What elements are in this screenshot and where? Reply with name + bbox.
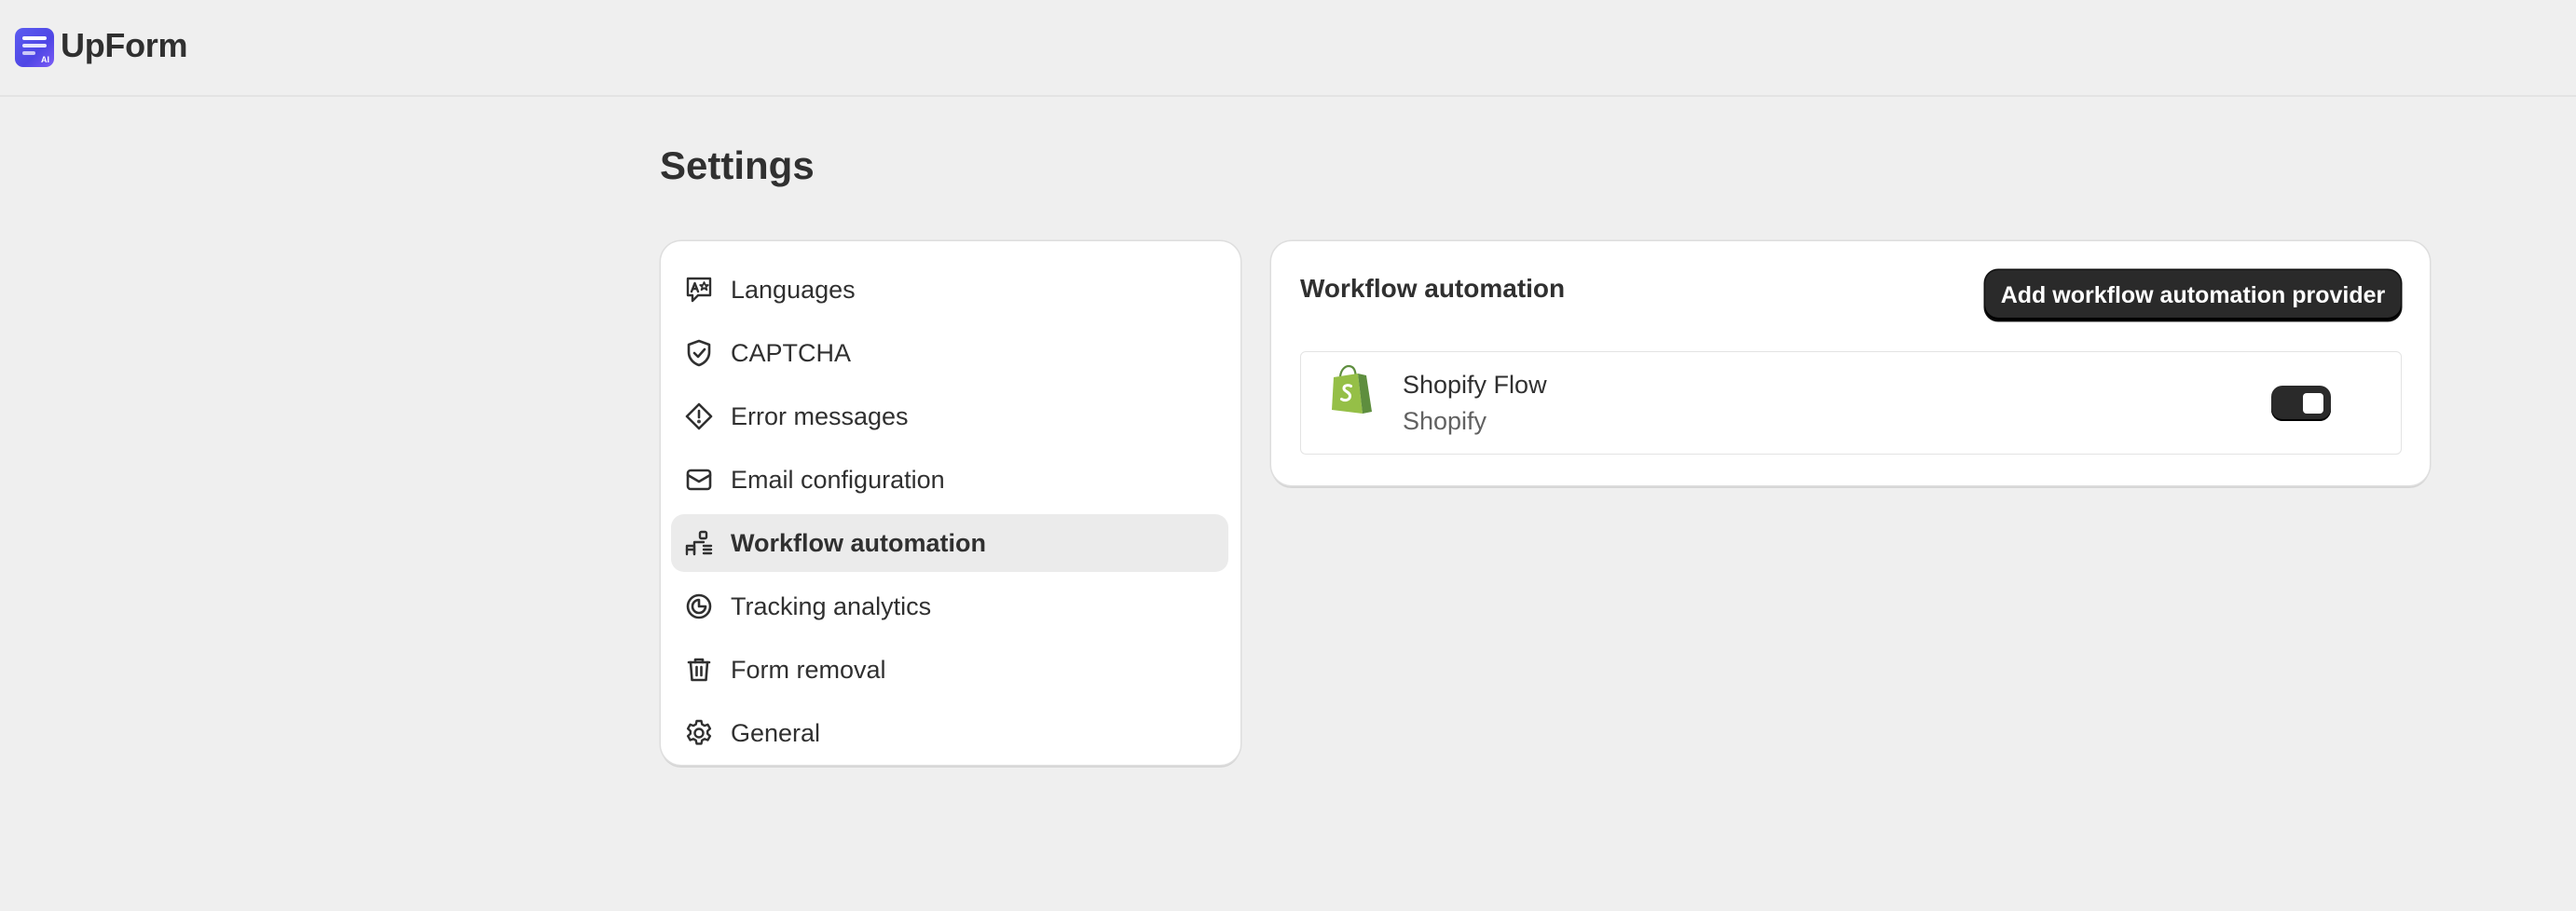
shopify-bag-icon [1329, 365, 1376, 415]
menu-item-label: Workflow automation [731, 529, 986, 557]
page-title: Settings [660, 143, 815, 187]
provider-row: Shopify Flow Shopify [1300, 351, 2402, 455]
menu-item-label: General [731, 719, 821, 747]
toggle-knob [2303, 393, 2323, 414]
gear-icon [684, 718, 714, 748]
menu-item-label: Languages [731, 276, 856, 304]
menu-item-label: Form removal [731, 656, 886, 684]
workflow-icon [684, 528, 714, 558]
analytics-icon [684, 591, 714, 621]
menu-item-label: Tracking analytics [731, 592, 932, 620]
top-bar: AI UpForm [0, 0, 2576, 97]
menu-item-label: CAPTCHA [731, 339, 852, 367]
menu-item-form-removal[interactable]: Form removal [671, 641, 1228, 699]
menu-item-error-messages[interactable]: Error messages [671, 388, 1228, 445]
provider-enabled-toggle[interactable] [2271, 386, 2331, 421]
provider-name: Shopify Flow [1403, 371, 1547, 399]
settings-menu: Languages CAPTCHA Error messages Email c… [661, 241, 1240, 765]
upform-logo-icon[interactable]: AI [15, 28, 54, 67]
app-name: UpForm [61, 26, 188, 64]
menu-item-label: Email configuration [731, 466, 945, 494]
trash-icon [684, 655, 714, 685]
provider-vendor: Shopify [1403, 407, 1487, 435]
shield-check-icon [684, 338, 714, 368]
workflow-automation-card: Workflow automation Add workflow automat… [1271, 241, 2430, 485]
menu-item-general[interactable]: General [671, 704, 1228, 762]
language-icon [684, 275, 714, 305]
email-icon [684, 465, 714, 495]
menu-item-workflow-automation[interactable]: Workflow automation [671, 514, 1228, 572]
menu-item-label: Error messages [731, 402, 909, 430]
alert-diamond-icon [684, 401, 714, 431]
card-title: Workflow automation [1300, 274, 1566, 303]
menu-item-captcha[interactable]: CAPTCHA [671, 324, 1228, 382]
add-workflow-provider-button[interactable]: Add workflow automation provider [1985, 270, 2401, 320]
menu-item-email-configuration[interactable]: Email configuration [671, 451, 1228, 509]
menu-item-languages[interactable]: Languages [671, 261, 1228, 319]
menu-item-tracking-analytics[interactable]: Tracking analytics [671, 578, 1228, 635]
